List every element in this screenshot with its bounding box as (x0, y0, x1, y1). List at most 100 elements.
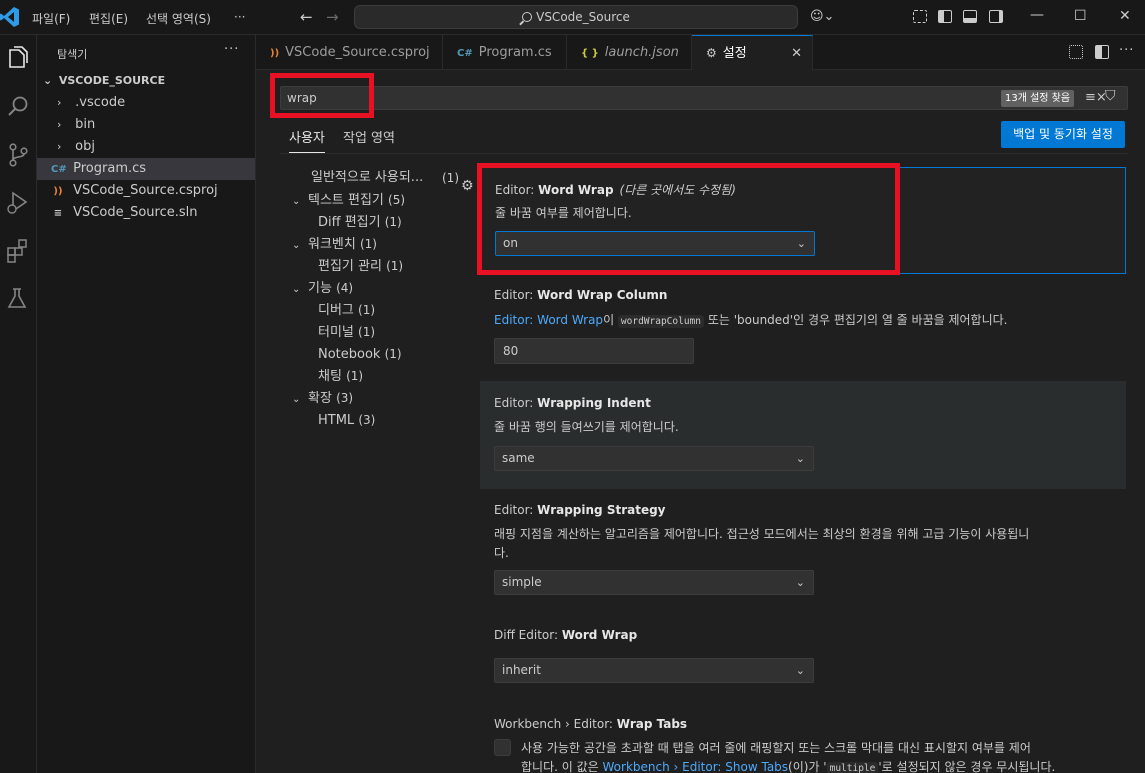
setting-category: Editor: (494, 396, 538, 410)
setting-name: Wrap Tabs (616, 717, 688, 731)
toc-label: 워크벤치 (308, 237, 356, 252)
tab-launch-json[interactable]: { } launch.json (567, 35, 692, 70)
tab-csproj[interactable]: )) VSCode_Source.csproj (256, 35, 443, 70)
minimize-icon[interactable]: — (1030, 7, 1044, 23)
close-tab-icon[interactable]: ✕ (791, 36, 802, 71)
tab-program-cs[interactable]: C# Program.cs (443, 35, 567, 70)
chevron-right-icon: › (57, 118, 62, 131)
tab-label: 설정 (722, 46, 747, 61)
toc-item-terminal[interactable]: 터미널 (1) (318, 321, 375, 343)
toc-item-commonly-used[interactable]: 일반적으로 사용되... (1) (311, 167, 459, 189)
toc-item-debug[interactable]: 디버그 (1) (318, 299, 375, 321)
source-control-icon[interactable] (4, 141, 32, 169)
toc-count: (1) (384, 215, 402, 229)
back-arrow-icon[interactable]: ← (300, 8, 313, 26)
toc-item-diff-editor[interactable]: Diff 편집기 (1) (318, 211, 402, 233)
diff-word-wrap-select[interactable]: inherit ⌄ (494, 658, 814, 683)
setting-link[interactable]: Editor: Word Wrap (494, 313, 603, 327)
toc-label: Diff 편집기 (318, 215, 381, 230)
wrapping-indent-select[interactable]: same ⌄ (494, 446, 814, 471)
tree-item-obj[interactable]: › obj (37, 136, 255, 158)
setting-name: Word Wrap (561, 628, 638, 642)
menu-selection[interactable]: 선택 영역(S) (146, 10, 211, 27)
filter-icon[interactable]: ⛉ (1105, 88, 1116, 104)
setting-editor-wrapping-strategy: Editor: Wrapping Strategy 래핑 지점을 계산하는 알고… (480, 489, 1126, 614)
menu-file[interactable]: 파일(F) (32, 10, 70, 27)
toc-item-chat[interactable]: 채팅 (1) (318, 365, 363, 387)
title-bar: 파일(F) 편집(E) 선택 영역(S) ··· ← → VSCode_Sour… (0, 0, 1145, 35)
toc-count: (1) (384, 347, 402, 361)
tab-user-scope[interactable]: 사용자 (289, 127, 325, 153)
toc-item-workbench[interactable]: ⌄ 워크벤치 (1) (292, 233, 377, 255)
setting-name: Word Wrap Column (537, 288, 668, 302)
scope-divider (280, 153, 1128, 154)
command-center-search[interactable]: VSCode_Source (354, 5, 798, 29)
maximize-icon[interactable]: ☐ (1074, 8, 1087, 24)
word-wrap-column-input[interactable]: 80 (494, 338, 694, 364)
tree-item-label: bin (75, 117, 96, 132)
select-value: inherit (502, 663, 541, 677)
toc-label: 채팅 (318, 369, 342, 384)
setting-title: Diff Editor: Word Wrap (494, 628, 637, 642)
menu-more[interactable]: ··· (234, 10, 245, 24)
extensions-icon[interactable] (4, 237, 32, 265)
tab-label: VSCode_Source.csproj (285, 45, 430, 60)
open-settings-json-icon[interactable] (1069, 45, 1083, 59)
copilot-icon[interactable]: ☺⌄ (810, 9, 834, 24)
menu-edit[interactable]: 편집(E) (89, 10, 128, 27)
setting-title: Workbench › Editor: Wrap Tabs (494, 717, 687, 731)
setting-name: Wrapping Indent (537, 396, 651, 410)
tree-item-sln[interactable]: ≡ VSCode_Source.sln (37, 202, 255, 224)
toc-item-editor-management[interactable]: 편집기 관리 (1) (318, 255, 403, 277)
tab-settings[interactable]: ⚙ 설정 ✕ (692, 35, 813, 71)
setting-category: Diff Editor: (494, 628, 562, 642)
forward-arrow-icon[interactable]: → (326, 8, 339, 26)
toc-label: 텍스트 편집기 (308, 193, 384, 208)
setting-title: Editor: Wrapping Indent (494, 396, 651, 410)
wrap-tabs-checkbox[interactable] (494, 739, 511, 756)
code-token: multiple (826, 762, 879, 773)
toc-count: (1) (358, 325, 376, 339)
close-icon[interactable]: ✕ (1119, 8, 1131, 24)
backup-sync-button[interactable]: 백업 및 동기화 설정 (1001, 121, 1125, 148)
toggle-primary-sidebar-icon[interactable] (938, 10, 952, 23)
explorer-root-folder[interactable]: ⌄ VSCODE_SOURCE (37, 70, 255, 92)
wrapping-strategy-select[interactable]: simple ⌄ (494, 570, 814, 595)
setting-diff-editor-word-wrap: Diff Editor: Word Wrap inherit ⌄ (480, 614, 1126, 702)
more-actions-icon[interactable]: ··· (224, 42, 239, 57)
toc-item-html[interactable]: HTML (3) (318, 409, 375, 431)
testing-icon[interactable] (4, 285, 32, 313)
desc-text: 또는 'bounded'인 경우 편집기의 열 줄 바꿈을 제어합니다. (704, 313, 1008, 327)
toc-item-text-editor[interactable]: ⌄ 텍스트 편집기 (5) (292, 189, 405, 211)
toc-item-features[interactable]: ⌄ 기능 (4) (292, 277, 353, 299)
toc-item-extensions[interactable]: ⌄ 확장 (3) (292, 387, 353, 409)
toc-count: (1) (358, 303, 376, 317)
setting-link[interactable]: Workbench › Editor: Show Tabs (603, 760, 789, 773)
tree-item-csproj[interactable]: )) VSCode_Source.csproj (37, 180, 255, 202)
tree-item-program-cs[interactable]: C# Program.cs (37, 158, 255, 180)
toggle-secondary-sidebar-icon[interactable] (989, 10, 1003, 23)
desc-text: (이)가 ' (788, 760, 827, 773)
search-icon[interactable] (4, 93, 32, 121)
setting-gear-icon[interactable]: ⚙ (461, 178, 474, 194)
run-debug-icon[interactable] (4, 189, 32, 217)
chevron-down-icon: ⌄ (292, 394, 301, 405)
toc-count: (5) (388, 193, 406, 207)
customize-layout-icon[interactable] (913, 10, 927, 23)
tree-item-bin[interactable]: › bin (37, 114, 255, 136)
clear-filter-icon[interactable]: ≡× (1085, 90, 1107, 105)
explorer-sidebar: 탐색기 ··· ⌄ VSCODE_SOURCE › .vscode › bin … (37, 35, 256, 773)
explorer-icon[interactable] (4, 45, 32, 73)
split-editor-icon[interactable] (1095, 45, 1109, 59)
toggle-panel-icon[interactable] (963, 10, 977, 23)
toc-item-notebook[interactable]: Notebook (1) (318, 343, 402, 365)
tab-label: Program.cs (478, 45, 552, 60)
search-icon (522, 12, 533, 22)
tab-workspace-scope[interactable]: 작업 영역 (343, 127, 395, 146)
select-value: same (502, 451, 535, 465)
toc-count: (3) (358, 413, 376, 427)
vscode-logo[interactable] (0, 6, 20, 28)
tree-item-vscode[interactable]: › .vscode (37, 92, 255, 114)
more-actions-icon[interactable]: ··· (1119, 43, 1134, 58)
toc-label: 터미널 (318, 325, 354, 340)
